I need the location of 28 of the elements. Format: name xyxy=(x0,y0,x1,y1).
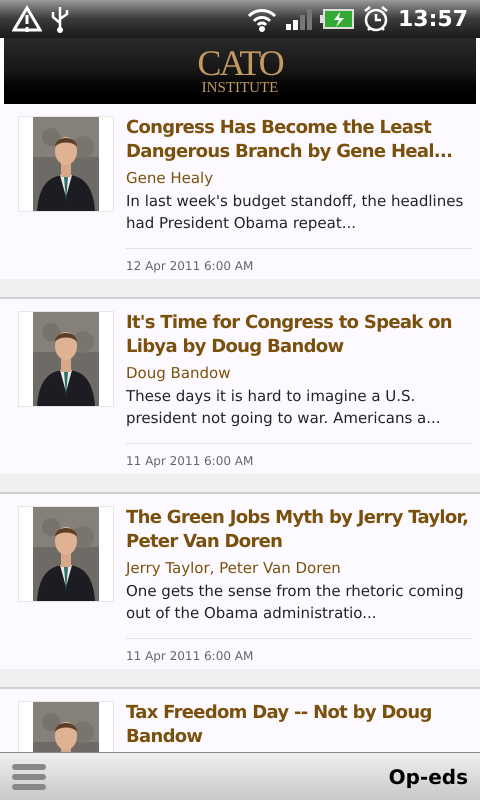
article-card[interactable]: The Green Jobs Myth by Jerry Taylor, Peter Van Doren Jerry Taylor, Peter Van Doren One gets the sense from the rhetoric coming out of the Obama administratio... 11 Apr 2011 6:00 AM xyxy=(0,494,480,689)
article-date: 12 Apr 2011 6:00 AM xyxy=(126,259,254,273)
battery-charging-icon xyxy=(320,9,354,29)
article-title[interactable]: The Green Jobs Myth by Jerry Taylor, Peter Van Doren xyxy=(126,506,472,554)
wifi-icon xyxy=(246,6,278,32)
article-title[interactable]: Tax Freedom Day -- Not by Doug Bandow xyxy=(126,701,472,749)
article-date: 11 Apr 2011 6:00 AM xyxy=(126,649,254,663)
article-snippet: These days it is hard to imagine a U.S. president not going to war. Americans a... xyxy=(126,386,442,429)
usb-icon xyxy=(50,5,70,33)
clock-time: 13:57 xyxy=(398,6,468,34)
article-title[interactable]: It's Time for Congress to Speak on Libya by Doug Bandow xyxy=(126,311,472,359)
menu-icon[interactable] xyxy=(12,764,46,790)
article-title[interactable]: Congress Has Become the Least Dangerous Branch by Gene Heal... xyxy=(126,116,472,164)
article-card[interactable]: Congress Has Become the Least Dangerous Branch by Gene Heal... Gene Healy In last week's budget standoff, the headlines had President Obama repeat... 12 Apr 2011 6:00 AM xyxy=(0,104,480,299)
warning-icon xyxy=(12,5,42,33)
article-author: Jerry Taylor, Peter Van Doren xyxy=(126,558,342,579)
article-snippet: In last week's budget standoff, the headlines had President Obama repeat... xyxy=(126,191,464,234)
article-snippet: One gets the sense from the rhetoric coming out of the Obama administratio... xyxy=(126,581,465,624)
article-author: Gene Healy xyxy=(126,168,214,189)
section-title: Op-eds xyxy=(388,764,468,790)
logo-wordmark: CATO xyxy=(197,46,283,80)
article-author: Doug Bandow xyxy=(126,363,232,384)
article-date: 11 Apr 2011 6:00 AM xyxy=(126,454,254,468)
logo-subtitle: INSTITUTE xyxy=(202,80,278,96)
article-card[interactable]: Tax Freedom Day -- Not by Doug Bandow xyxy=(0,689,480,752)
article-card[interactable]: It's Time for Congress to Speak on Libya by Doug Bandow Doug Bandow These days it is hard to imagine a U.S. president not going to war. Americans a... 11 Apr 2011 6:00 AM xyxy=(0,299,480,494)
alarm-clock-icon xyxy=(362,5,390,33)
signal-icon xyxy=(286,8,312,30)
